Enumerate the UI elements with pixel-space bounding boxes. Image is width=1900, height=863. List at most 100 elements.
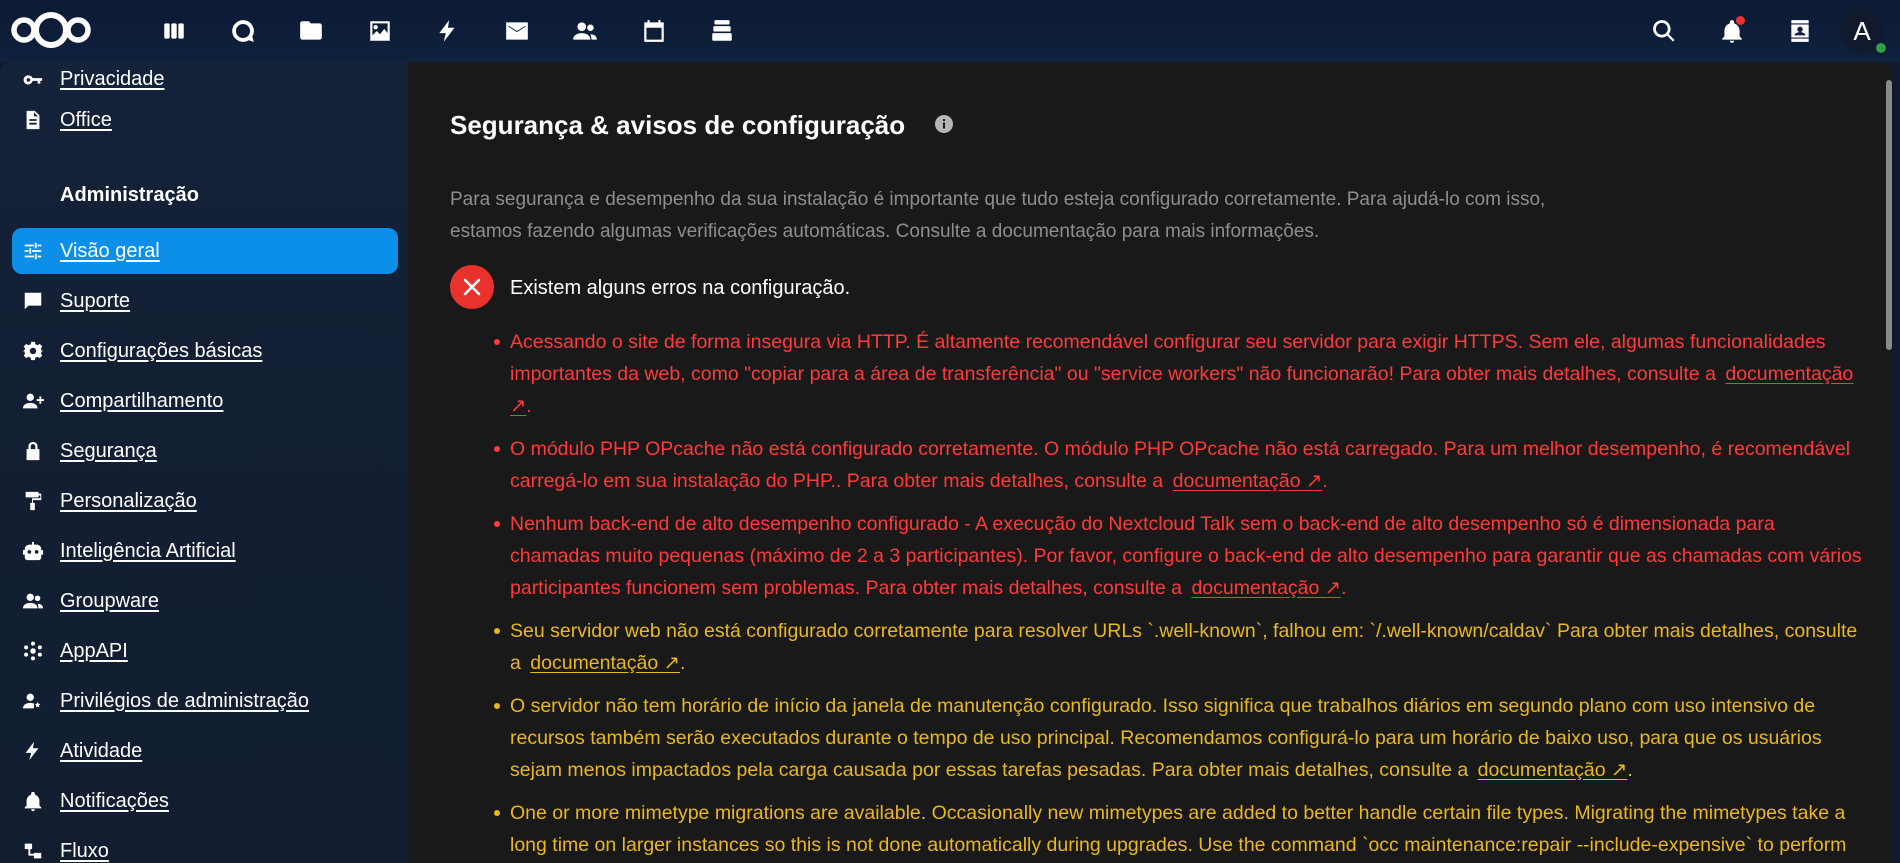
sidebar-item-label: Compartilhamento	[60, 389, 224, 412]
gear-icon	[20, 338, 46, 364]
notification-badge	[1736, 16, 1745, 25]
app-menu	[140, 0, 757, 62]
cog-cluster-icon	[20, 638, 46, 664]
issue-text: Acessando o site de forma insegura via H…	[510, 331, 1826, 385]
sidebar-item-privacidade[interactable]: Privacidade	[12, 62, 398, 102]
app-files[interactable]	[277, 0, 346, 62]
sidebar-item-personalizacao[interactable]: Personalização	[12, 478, 398, 524]
list-item: Nenhum back-end de alto desempenho confi…	[494, 508, 1870, 604]
lightning-icon	[20, 738, 46, 764]
search-button[interactable]	[1630, 0, 1698, 62]
sidebar-item-label: Groupware	[60, 589, 159, 612]
list-item: O módulo PHP OPcache não está configurad…	[494, 433, 1870, 497]
talk-icon	[231, 20, 254, 42]
sidebar-item-label: Visão geral	[60, 239, 160, 262]
error-status-icon	[450, 265, 494, 309]
app-photos[interactable]	[346, 0, 415, 62]
folder-icon	[300, 21, 323, 40]
issue-text: Seu servidor web não está configurado co…	[510, 620, 1858, 674]
document-icon	[20, 107, 46, 133]
info-icon[interactable]	[934, 114, 954, 134]
bell-icon	[20, 788, 46, 814]
header-actions: A	[1630, 0, 1900, 62]
list-item: One or more mimetype migrations are avai…	[494, 797, 1870, 863]
sidebar-item-fluxo[interactable]: Fluxo	[12, 828, 398, 863]
search-icon	[1653, 20, 1675, 42]
close-icon	[463, 278, 481, 296]
mail-icon	[505, 22, 528, 40]
page-title: Segurança & avisos de configuração	[450, 110, 906, 140]
sidebar-item-label: Segurança	[60, 439, 157, 462]
calendar-icon	[644, 20, 664, 42]
chat-icon	[20, 288, 46, 314]
sidebar-item-groupware[interactable]: Groupware	[12, 578, 398, 624]
sidebar-item-label: Configurações básicas	[60, 339, 263, 362]
sidebar-item-label: Fluxo	[60, 839, 109, 862]
intro-text: Para segurança e desempenho da sua insta…	[450, 184, 1630, 248]
list-item: Seu servidor web não está configurado co…	[494, 615, 1870, 679]
contacts-menu-button[interactable]	[1766, 0, 1834, 62]
sidebar-item-office[interactable]: Office	[12, 97, 398, 143]
admin-user-icon	[20, 688, 46, 714]
sidebar-item-privilegios-de-administracao[interactable]: Privilégios de administração	[12, 678, 398, 724]
sidebar-item-configuracoes-basicas[interactable]: Configurações básicas	[12, 328, 398, 374]
error-heading: Existem alguns erros na configuração.	[510, 277, 851, 299]
main-content: Segurança & avisos de configuração Para …	[408, 62, 1892, 863]
admin-section-heading: Administração	[60, 184, 199, 206]
user-avatar[interactable]: A	[1840, 9, 1888, 55]
sidebar-item-compartilhamento[interactable]: Compartilhamento	[12, 378, 398, 424]
sidebar-item-label: Inteligência Artificial	[60, 539, 236, 562]
sidebar-item-suporte[interactable]: Suporte	[12, 278, 398, 324]
issue-text: Nenhum back-end de alto desempenho confi…	[510, 513, 1862, 599]
scrollbar[interactable]	[1886, 80, 1892, 350]
sidebar-item-label: Privacidade	[60, 67, 165, 90]
nextcloud-logo[interactable]	[8, 10, 94, 50]
issue-text: One or more mimetype migrations are avai…	[510, 802, 1847, 856]
dashboard-icon	[164, 23, 184, 39]
avatar-initial: A	[1853, 15, 1871, 46]
tune-icon	[20, 238, 46, 264]
paint-roller-icon	[20, 488, 46, 514]
flow-icon	[20, 838, 46, 863]
sidebar-item-label: Notificações	[60, 789, 169, 812]
sidebar-item-label: Personalização	[60, 489, 197, 512]
app-dashboard[interactable]	[140, 0, 209, 62]
intro-line: estamos fazendo algumas verificações aut…	[450, 221, 1320, 242]
list-item: O servidor não tem horário de início da …	[494, 690, 1870, 786]
app-deck[interactable]	[688, 0, 757, 62]
sidebar-item-label: Atividade	[60, 739, 143, 762]
lightning-icon	[439, 20, 455, 42]
settings-sidebar: Privacidade Office Administração Visão g…	[0, 62, 408, 863]
top-header: A	[0, 0, 1900, 62]
sidebar-item-label: Suporte	[60, 289, 131, 312]
sidebar-item-seguranca[interactable]: Segurança	[12, 428, 398, 474]
image-icon	[370, 21, 390, 41]
app-calendar[interactable]	[620, 0, 689, 62]
share-icon	[20, 388, 46, 414]
sidebar-item-inteligencia-artificial[interactable]: Inteligência Artificial	[12, 528, 398, 574]
documentation-link[interactable]: documentação ↗	[530, 652, 680, 674]
sidebar-item-visao-geral[interactable]: Visão geral	[12, 228, 398, 274]
contacts-icon	[573, 22, 598, 40]
app-contacts[interactable]	[551, 0, 620, 62]
sidebar-item-label: Privilégios de administração	[60, 689, 310, 712]
list-item: Acessando o site de forma insegura via H…	[494, 326, 1870, 422]
app-activity[interactable]	[414, 0, 483, 62]
sidebar-item-appapi[interactable]: AppAPI	[12, 628, 398, 674]
robot-icon	[20, 538, 46, 564]
notifications-button[interactable]	[1698, 0, 1766, 62]
contacts-book-icon	[1791, 20, 1809, 42]
app-mail[interactable]	[483, 0, 552, 62]
issues-list: Acessando o site de forma insegura via H…	[494, 326, 1870, 863]
documentation-link[interactable]: documentação ↗	[1478, 759, 1628, 781]
app-talk[interactable]	[209, 0, 278, 62]
sidebar-item-label: AppAPI	[60, 639, 128, 662]
online-status-indicator	[1874, 41, 1888, 55]
deck-icon	[712, 20, 732, 41]
group-icon	[20, 588, 46, 614]
documentation-link[interactable]: documentação ↗	[1191, 577, 1341, 599]
sidebar-item-label: Office	[60, 108, 112, 131]
sidebar-item-atividade[interactable]: Atividade	[12, 728, 398, 774]
sidebar-item-notificacoes[interactable]: Notificações	[12, 778, 398, 824]
documentation-link[interactable]: documentação ↗	[1173, 470, 1323, 492]
